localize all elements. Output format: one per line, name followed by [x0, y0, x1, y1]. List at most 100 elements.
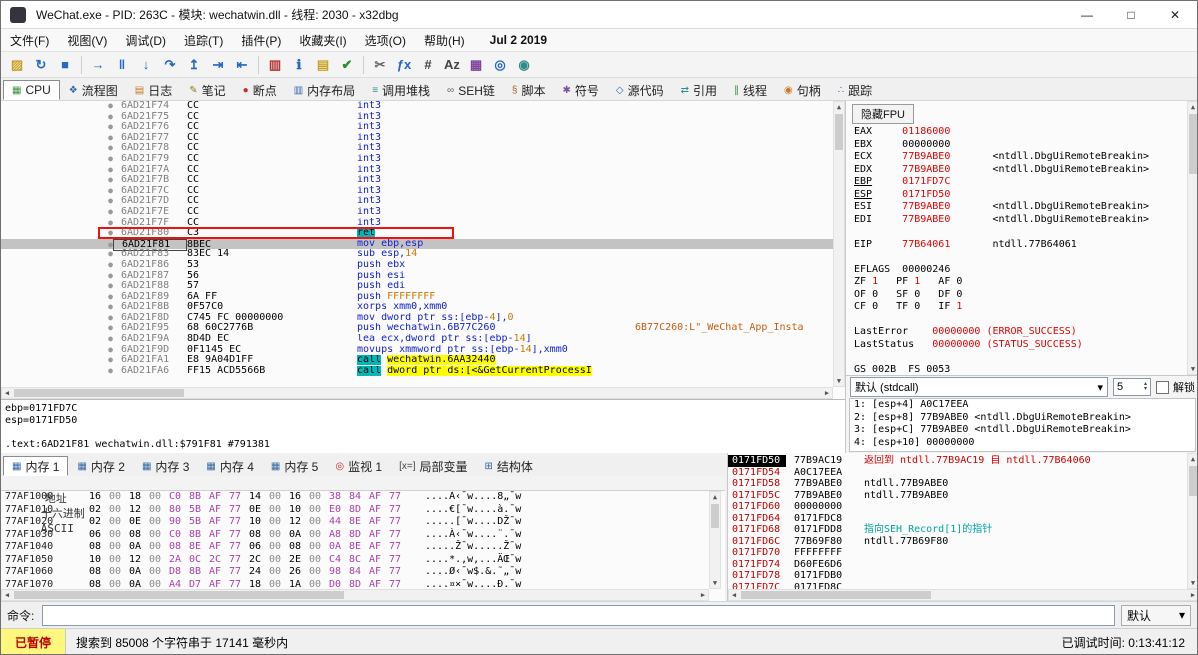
case-convert-button[interactable]: Az: [441, 55, 463, 75]
compass-button[interactable]: ◎: [489, 55, 511, 75]
register-line[interactable]: [846, 351, 1198, 364]
bottom-tab-struct[interactable]: ⊞结构体: [477, 456, 541, 476]
stop-button[interactable]: ■: [54, 55, 76, 75]
run-button[interactable]: →: [87, 55, 109, 75]
register-line[interactable]: [846, 226, 1198, 239]
dump-row[interactable]: 77AF1050100012002A0C2C772C002E00C48CAF77…: [1, 554, 709, 567]
scrollbar-thumb[interactable]: [1189, 466, 1197, 496]
stack-row[interactable]: 0171FD6C77B69F80ntdll.77B69F80: [728, 536, 1188, 548]
execute-till-return-button[interactable]: ↥: [183, 55, 205, 75]
scroll-down-icon[interactable]: ▼: [1188, 578, 1198, 588]
scrollbar-thumb[interactable]: [741, 591, 931, 599]
stack-row[interactable]: 0171FD6000000000: [728, 501, 1188, 513]
memory-map-tool-button[interactable]: ▦: [465, 55, 487, 75]
step-into-button[interactable]: ↓: [135, 55, 157, 75]
scroll-up-icon[interactable]: ▲: [1188, 454, 1198, 464]
stack-row[interactable]: 0171FD5877B9ABE0ntdll.77B9ABE0: [728, 478, 1188, 490]
scrollbar-thumb[interactable]: [711, 504, 719, 528]
step-over-button[interactable]: ↷: [159, 55, 181, 75]
log-tool-button[interactable]: ▤: [312, 55, 334, 75]
scroll-down-icon[interactable]: ▼: [834, 376, 844, 386]
dump-row[interactable]: 77AF104008000A00088EAF77060008000A8EAF77…: [1, 541, 709, 554]
scroll-up-icon[interactable]: ▲: [834, 102, 844, 112]
comment-button[interactable]: ℹ: [288, 55, 310, 75]
scrollbar-thumb[interactable]: [14, 389, 184, 397]
register-line[interactable]: EDX 77B9ABE0 <ntdll.DbgUiRemoteBreakin>: [846, 164, 1198, 177]
bottom-tab-dump4[interactable]: ▦内存 4: [198, 456, 261, 476]
tab-memory-map[interactable]: ▥内存布局: [286, 80, 363, 100]
scrollbar-thumb[interactable]: [1189, 114, 1197, 174]
pause-button[interactable]: ‖: [111, 55, 133, 75]
open-file-button[interactable]: ▨: [6, 55, 28, 75]
scroll-down-icon[interactable]: ▼: [710, 578, 720, 588]
menu-item[interactable]: 选项(O): [356, 29, 415, 52]
scroll-right-icon[interactable]: ▶: [822, 388, 832, 398]
register-line[interactable]: EDI 77B9ABE0 <ntdll.DbgUiRemoteBreakin>: [846, 214, 1198, 227]
scroll-left-icon[interactable]: ◀: [729, 590, 739, 600]
tab-call-stack[interactable]: ≡调用堆栈: [364, 80, 438, 100]
stack-row[interactable]: 0171FD640171FDC8: [728, 513, 1188, 525]
disasm-row[interactable]: ●6AD21FA6FF15 ACD5566Bcall dword ptr ds:…: [1, 366, 833, 377]
stack-row[interactable]: 0171FD5077B9AC19返回到 ntdll.77B9AC19 自 ntd…: [728, 455, 1188, 467]
stack-row[interactable]: 0171FD74D60FE6D6: [728, 559, 1188, 571]
cut-trace-button[interactable]: ✂: [369, 55, 391, 75]
restart-button[interactable]: ↻: [30, 55, 52, 75]
scroll-left-icon[interactable]: ◀: [2, 590, 12, 600]
scroll-up-icon[interactable]: ▲: [1188, 102, 1198, 112]
disasm-row[interactable]: ●6AD21F7ECCint3: [1, 207, 833, 218]
scrollbar-thumb[interactable]: [835, 114, 843, 150]
bottom-tab-locals[interactable]: [x=]局部变量: [391, 456, 475, 476]
bottom-tab-dump2[interactable]: ▦内存 2: [69, 456, 132, 476]
tab-handles[interactable]: ◉句柄: [776, 80, 829, 100]
register-line[interactable]: LastError 00000000 (ERROR_SUCCESS): [846, 326, 1198, 339]
bottom-tab-dump3[interactable]: ▦内存 3: [134, 456, 197, 476]
scroll-up-icon[interactable]: ▲: [710, 492, 720, 502]
stack-row[interactable]: 0171FD780171FDB0: [728, 570, 1188, 582]
bottom-tab-watch1[interactable]: ◎监视 1: [327, 456, 390, 476]
run-to-user-code-button[interactable]: ⇥: [207, 55, 229, 75]
stack-hscrollbar[interactable]: ◀ ▶: [728, 589, 1198, 601]
calling-convention-select[interactable]: 默认 (stdcall) ▾: [850, 377, 1108, 397]
spin-down-icon[interactable]: ▾: [1144, 387, 1147, 392]
stack-row[interactable]: 0171FD680171FDD8指向SEH_Record[1]的指针: [728, 524, 1188, 536]
tab-trace[interactable]: ∴跟踪: [830, 80, 880, 100]
disasm-row[interactable]: ●6AD21F8653push ebx: [1, 260, 833, 271]
hide-fpu-button[interactable]: 隐藏FPU: [852, 104, 914, 124]
command-input[interactable]: [42, 605, 1115, 626]
patches-button[interactable]: ▥: [264, 55, 286, 75]
calculator-button[interactable]: ƒx: [393, 55, 415, 75]
tab-cpu[interactable]: ▦CPU: [3, 80, 60, 100]
menu-item[interactable]: 帮助(H): [415, 29, 474, 52]
menu-item[interactable]: 插件(P): [232, 29, 290, 52]
menu-item[interactable]: 视图(V): [58, 29, 116, 52]
register-line[interactable]: EBX 00000000: [846, 139, 1198, 152]
menu-item[interactable]: 调试(D): [116, 29, 175, 52]
bottom-tab-dump5[interactable]: ▦内存 5: [263, 456, 326, 476]
register-line[interactable]: ECX 77B9ABE0 <ntdll.DbgUiRemoteBreakin>: [846, 151, 1198, 164]
dump-row[interactable]: 77AF101002001200805BAF770E001000E08DAF77…: [1, 504, 709, 517]
tab-log[interactable]: ▤日志: [127, 80, 180, 100]
register-line[interactable]: EBP 0171FD7C: [846, 176, 1198, 189]
register-line[interactable]: ZF 1 PF 1 AF 0: [846, 276, 1198, 289]
tab-seh[interactable]: ∞SEH链: [439, 80, 503, 100]
register-line[interactable]: EAX 01186000: [846, 126, 1198, 139]
dump-row[interactable]: 77AF102002000E00905BAF7710001200448EAF77…: [1, 516, 709, 529]
tab-threads[interactable]: ∥线程: [726, 80, 775, 100]
register-line[interactable]: EFLAGS 00000246: [846, 264, 1198, 277]
tab-source[interactable]: ◇源代码: [608, 80, 672, 100]
command-profile-select[interactable]: 默认 ▾: [1121, 605, 1191, 626]
dump-hscrollbar[interactable]: ◀ ▶: [1, 589, 709, 601]
bottom-tab-dump1[interactable]: ▦内存 1: [3, 456, 68, 476]
disasm-row[interactable]: ●6AD21F80C3ret: [1, 228, 833, 239]
register-line[interactable]: EIP 77B64061 ntdll.77B64061: [846, 239, 1198, 252]
disasm-row[interactable]: ●6AD21F79CCint3: [1, 154, 833, 165]
unlock-checkbox[interactable]: 解锁: [1156, 379, 1195, 395]
stack-vscrollbar[interactable]: ▲ ▼: [1187, 453, 1198, 589]
argument-count-spinner[interactable]: 5 ▴ ▾: [1113, 378, 1151, 396]
register-line[interactable]: [846, 251, 1198, 264]
register-line[interactable]: [846, 314, 1198, 327]
disassembly-hscrollbar[interactable]: ◀ ▶: [1, 387, 833, 399]
tab-notes[interactable]: ✎笔记: [181, 80, 233, 100]
register-line[interactable]: LastStatus 00000000 (STATUS_SUCCESS): [846, 339, 1198, 352]
minimize-button[interactable]: —: [1065, 1, 1109, 28]
